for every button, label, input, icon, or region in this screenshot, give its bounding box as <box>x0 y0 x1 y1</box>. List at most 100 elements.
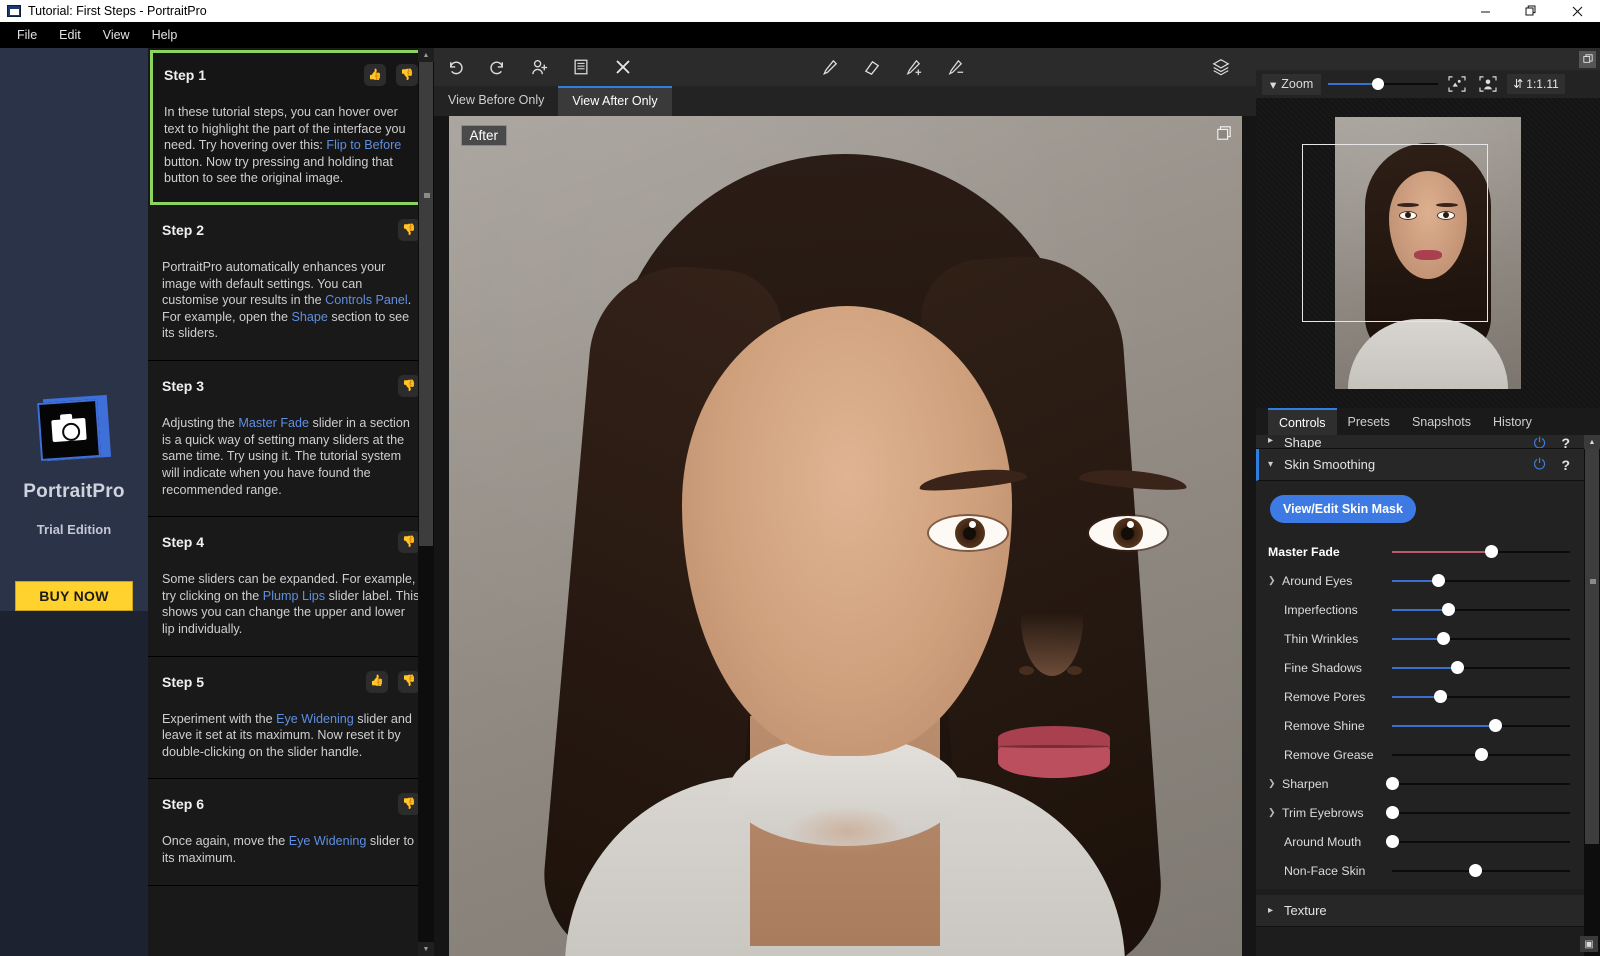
close-button[interactable] <box>1554 0 1600 22</box>
save-icon[interactable] <box>560 48 602 86</box>
slider-row[interactable]: ❯ Sharpen <box>1256 769 1584 798</box>
tutorial-link[interactable]: Eye Widening <box>289 834 367 848</box>
view-edit-skin-mask-button[interactable]: View/Edit Skin Mask <box>1270 495 1416 523</box>
scroll-up-arrow-icon[interactable]: ▲ <box>1584 435 1600 449</box>
tutorial-scrollbar[interactable]: ▲ ▼ <box>418 48 434 956</box>
slider-handle[interactable] <box>1437 632 1451 645</box>
slider-label[interactable]: Fine Shadows <box>1268 661 1392 675</box>
slider-handle[interactable] <box>1385 806 1399 819</box>
scroll-up-arrow-icon[interactable]: ▲ <box>418 48 434 62</box>
slider-control[interactable] <box>1385 774 1570 794</box>
slider-control[interactable] <box>1392 861 1570 881</box>
slider-handle[interactable] <box>1474 748 1488 761</box>
menu-item-help[interactable]: Help <box>141 24 189 46</box>
section-header-texture[interactable]: ▸ Texture <box>1256 895 1584 927</box>
tutorial-link[interactable]: Eye Widening <box>276 712 354 726</box>
thumbs-down-icon[interactable]: 👎 <box>396 64 418 86</box>
zoom-section-toggle[interactable]: ▾ Zoom <box>1262 73 1322 95</box>
slider-control[interactable] <box>1392 600 1570 620</box>
zoom-slider[interactable] <box>1328 77 1439 91</box>
thumbs-down-icon[interactable]: 👎 <box>398 375 420 398</box>
slider-row[interactable]: ❯ Trim Eyebrows <box>1256 798 1584 827</box>
slider-control[interactable] <box>1385 832 1570 852</box>
tutorial-link[interactable]: Plump Lips <box>263 589 325 603</box>
slider-label[interactable]: Remove Grease <box>1268 748 1392 762</box>
slider-row[interactable]: Non-Face Skin <box>1256 856 1584 885</box>
layers-icon[interactable] <box>1200 48 1242 86</box>
portrait-photo[interactable]: After <box>448 116 1242 956</box>
slider-control[interactable] <box>1392 745 1570 765</box>
tutorial-step[interactable]: Step 3 👎 Adjusting the Master Fade slider … <box>148 361 434 518</box>
tutorial-link[interactable]: Flip to Before <box>326 138 401 152</box>
scrollbar-thumb[interactable] <box>419 62 433 546</box>
slider-label[interactable]: Around Mouth <box>1268 835 1392 849</box>
snapshot-camera-icon[interactable]: ▣ <box>1580 936 1598 952</box>
slider-handle[interactable] <box>1433 690 1447 703</box>
section-header-skin-smoothing[interactable]: ▾ Skin Smoothing ⏻ ? <box>1256 449 1584 481</box>
tab-view-after-only[interactable]: View After Only <box>558 86 672 116</box>
navigator-panel[interactable] <box>1256 98 1600 408</box>
slider-label[interactable]: ❯ Around Eyes <box>1268 574 1392 588</box>
section-header-shape[interactable]: ▸ Shape ⏻ ? <box>1256 435 1584 449</box>
undo-icon[interactable] <box>434 48 476 86</box>
fit-image-icon[interactable] <box>1445 73 1469 95</box>
wand-remove-icon[interactable] <box>934 48 976 86</box>
brush-icon[interactable] <box>808 48 850 86</box>
scroll-down-arrow-icon[interactable]: ▼ <box>418 942 434 956</box>
slider-control[interactable] <box>1385 803 1570 823</box>
copy-icon[interactable] <box>1216 125 1232 141</box>
slider-handle[interactable] <box>1385 835 1399 848</box>
minimize-button[interactable] <box>1462 0 1508 22</box>
slider-label[interactable]: Imperfections <box>1268 603 1392 617</box>
undock-icon[interactable] <box>1579 50 1596 68</box>
tab-controls[interactable]: Controls <box>1268 408 1337 435</box>
slider-row[interactable]: Thin Wrinkles <box>1256 624 1584 653</box>
slider-label[interactable]: Non-Face Skin <box>1268 864 1392 878</box>
power-icon[interactable]: ⏻ <box>1534 435 1546 448</box>
slider-label[interactable]: Master Fade <box>1268 545 1392 559</box>
slider-row[interactable]: Fine Shadows <box>1256 653 1584 682</box>
chevron-right-icon[interactable]: ❯ <box>1268 778 1277 789</box>
thumbs-up-icon[interactable]: 👍 <box>366 670 388 693</box>
close-image-icon[interactable] <box>602 48 644 86</box>
thumbs-down-icon[interactable]: 👎 <box>398 531 420 554</box>
fit-face-icon[interactable] <box>1476 73 1500 95</box>
redo-icon[interactable] <box>476 48 518 86</box>
slider-label[interactable]: ❯ Sharpen <box>1268 777 1392 791</box>
slider-handle[interactable] <box>1451 661 1465 674</box>
navigator-thumbnail[interactable] <box>1335 117 1521 389</box>
slider-control[interactable] <box>1392 687 1570 707</box>
slider-control[interactable] <box>1392 542 1570 562</box>
slider-control[interactable] <box>1392 629 1570 649</box>
thumbs-up-icon[interactable]: 👍 <box>364 64 386 86</box>
slider-control[interactable] <box>1392 571 1570 591</box>
scrollbar-track[interactable] <box>1584 449 1600 956</box>
slider-row[interactable]: ❯ Around Eyes <box>1256 566 1584 595</box>
thumbs-down-icon[interactable]: 👎 <box>398 793 420 816</box>
buy-now-button[interactable]: BUY NOW <box>15 581 133 611</box>
slider-row[interactable]: Master Fade <box>1256 537 1584 566</box>
chevron-right-icon[interactable]: ❯ <box>1268 575 1277 586</box>
tutorial-link[interactable]: Shape <box>292 310 328 324</box>
scrollbar-thumb[interactable] <box>1585 449 1599 845</box>
menu-item-file[interactable]: File <box>6 24 48 46</box>
tutorial-step[interactable]: Step 1 👍 👎 In these tutorial steps, you can… <box>150 50 432 206</box>
eraser-icon[interactable] <box>850 48 892 86</box>
slider-label[interactable]: Thin Wrinkles <box>1268 632 1392 646</box>
tutorial-step[interactable]: Step 4 👎 Some sliders can be expanded. For… <box>148 517 434 657</box>
menu-item-edit[interactable]: Edit <box>48 24 92 46</box>
tutorial-step[interactable]: Step 5 👍 👎 Experiment with the Eye Widening… <box>148 656 434 780</box>
slider-handle[interactable] <box>1488 719 1502 732</box>
tutorial-step[interactable]: Step 2 👎 PortraitPro automatically enhance… <box>148 205 434 362</box>
tab-view-before-only[interactable]: View Before Only <box>434 86 558 116</box>
tutorial-step[interactable]: Step 6 👎 Once again, move the Eye Widening… <box>148 779 434 886</box>
menu-item-view[interactable]: View <box>92 24 141 46</box>
tab-history[interactable]: History <box>1482 408 1543 435</box>
slider-row[interactable]: Imperfections <box>1256 595 1584 624</box>
thumbs-down-icon[interactable]: 👎 <box>398 219 420 242</box>
slider-row[interactable]: Remove Grease <box>1256 740 1584 769</box>
power-icon[interactable]: ⏻ <box>1534 456 1546 473</box>
slider-handle[interactable] <box>1431 574 1445 587</box>
slider-handle[interactable] <box>1442 603 1456 616</box>
slider-handle[interactable] <box>1469 864 1483 877</box>
